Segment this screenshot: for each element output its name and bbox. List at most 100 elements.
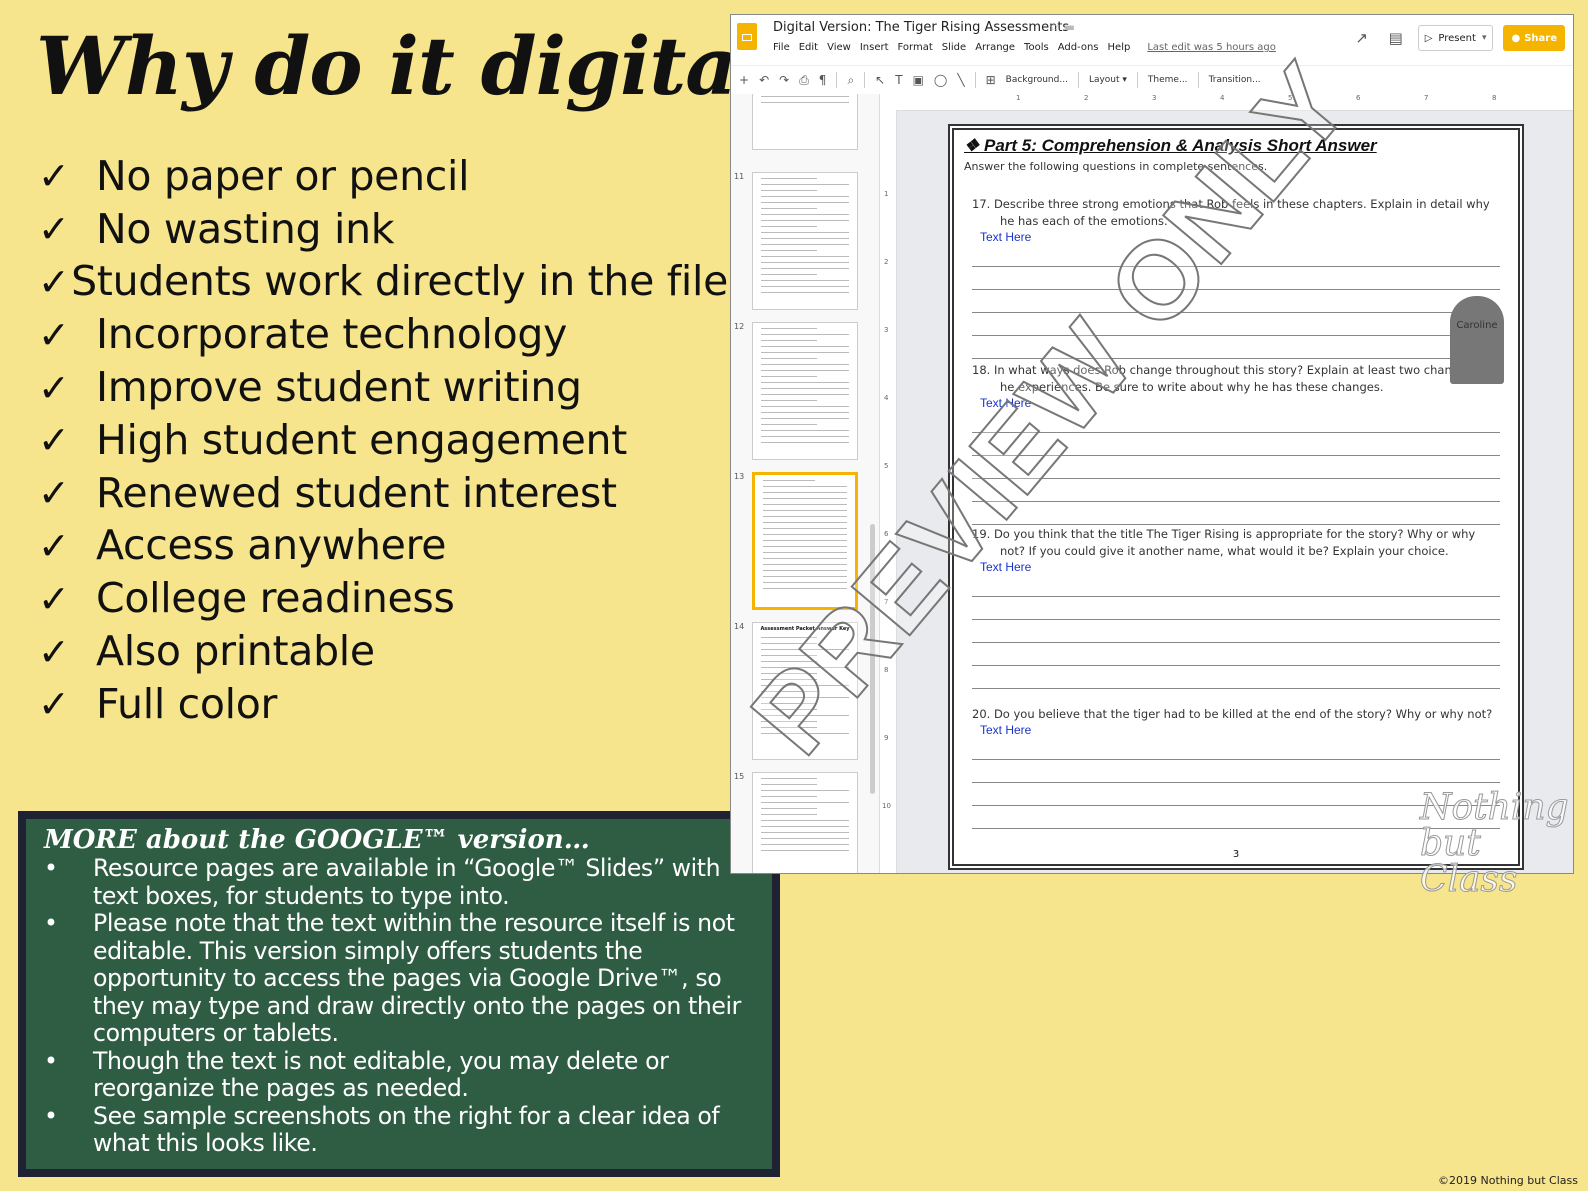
ruler-label: 1 bbox=[1016, 94, 1021, 102]
menu-format[interactable]: Format bbox=[898, 42, 933, 53]
info-item-text: Please note that the text within the res… bbox=[93, 909, 741, 1047]
checkmark-icon: ✓ bbox=[38, 207, 70, 252]
menu-file[interactable]: File bbox=[773, 42, 790, 53]
question-prompt: Do you think that the title The Tiger Ri… bbox=[993, 527, 1476, 558]
checklist-item: ✓ No paper or pencil bbox=[38, 150, 728, 203]
play-icon: ▷ bbox=[1424, 32, 1433, 44]
title-actions: ☆ ▬ bbox=[1049, 20, 1075, 34]
undo-icon[interactable]: ↶ bbox=[759, 73, 769, 87]
question-prompt: Do you believe that the tiger had to be … bbox=[993, 707, 1493, 721]
info-item-text: Though the text is not editable, you may… bbox=[93, 1046, 669, 1102]
share-button[interactable]: ● Share bbox=[1503, 25, 1565, 51]
slide-number: 11 bbox=[734, 172, 745, 181]
checklist-label: No wasting ink bbox=[96, 204, 395, 253]
vertical-ruler: 1 2 3 4 5 6 7 8 9 10 bbox=[880, 110, 897, 873]
star-icon[interactable]: ☆ bbox=[1049, 20, 1060, 34]
checklist-item: ✓ Students work directly in the file bbox=[38, 256, 728, 309]
menu-insert[interactable]: Insert bbox=[860, 42, 889, 53]
info-item-text: Resource pages are available in “Google™… bbox=[93, 854, 721, 910]
ruler-label: 10 bbox=[882, 802, 891, 810]
comment-add-icon[interactable]: ⊞ bbox=[986, 73, 996, 87]
checklist-label: Also printable bbox=[96, 627, 375, 676]
checklist-item: ✓ Full color bbox=[38, 678, 728, 731]
diamond-bullet-icon: ❖ bbox=[964, 136, 980, 155]
info-list-item: • Please note that the text within the re… bbox=[44, 909, 758, 1048]
slide-thumbnail[interactable] bbox=[752, 172, 858, 310]
info-list: • Resource pages are available in “Google… bbox=[44, 854, 758, 1158]
checklist-label: Improve student writing bbox=[96, 363, 582, 412]
zoom-icon[interactable]: ⌕ bbox=[847, 73, 854, 88]
bullet-icon: • bbox=[44, 1101, 58, 1130]
menu-edit[interactable]: Edit bbox=[799, 42, 818, 53]
chevron-down-icon[interactable]: ▾ bbox=[1482, 33, 1487, 43]
copyright-notice: ©2019 Nothing but Class bbox=[1438, 1174, 1578, 1187]
slide-number: 14 bbox=[734, 622, 745, 631]
comments-icon[interactable]: ▤ bbox=[1384, 29, 1408, 47]
menu-view[interactable]: View bbox=[827, 42, 851, 53]
info-panel-title: MORE about the GOOGLE™ version… bbox=[44, 825, 590, 855]
checklist-label: Full color bbox=[96, 679, 278, 728]
slide-thumbnail[interactable] bbox=[752, 94, 858, 150]
checklist-label: Renewed student interest bbox=[96, 468, 617, 517]
ruler-label: 9 bbox=[884, 734, 889, 742]
print-icon[interactable]: ⎙ bbox=[799, 73, 809, 88]
menu-addons[interactable]: Add-ons bbox=[1058, 42, 1099, 53]
headline: Why do it digital? bbox=[36, 19, 812, 113]
question-block: 19. Do you think that the title The Tige… bbox=[972, 526, 1500, 689]
info-panel-body: MORE about the GOOGLE™ version… • Resourc… bbox=[26, 819, 772, 1169]
toolbar-divider bbox=[1197, 72, 1199, 88]
info-list-item: • Though the text is not editable, you ma… bbox=[44, 1046, 758, 1103]
answer-lines bbox=[972, 596, 1500, 689]
present-button[interactable]: ▷ Present ▾ bbox=[1417, 25, 1494, 51]
answer-text-box[interactable]: Text Here bbox=[980, 560, 1500, 574]
menu-arrange[interactable]: Arrange bbox=[975, 42, 1015, 53]
editing-toolbar: + ↶ ↷ ⎙ ¶ ⌕ ↖ T ▣ ◯ ╲ ⊞ Background... La… bbox=[731, 65, 1573, 95]
info-list-item: • See sample screenshots on the right for… bbox=[44, 1101, 758, 1158]
background-button[interactable]: Background... bbox=[1006, 75, 1068, 85]
present-label: Present bbox=[1438, 32, 1476, 44]
select-cursor-icon[interactable]: ↖ bbox=[875, 73, 885, 87]
checkmark-icon: ✓ bbox=[38, 682, 70, 727]
ruler-label: 4 bbox=[884, 394, 889, 402]
menu-slide[interactable]: Slide bbox=[942, 42, 966, 53]
question-number: 18. bbox=[972, 363, 991, 377]
checkmark-icon: ✓ bbox=[38, 471, 70, 516]
slide-thumbnail[interactable] bbox=[752, 322, 858, 460]
checklist-item: ✓ Incorporate technology bbox=[38, 308, 728, 361]
paint-format-icon[interactable]: ¶ bbox=[819, 73, 827, 87]
theme-button[interactable]: Theme... bbox=[1148, 75, 1188, 85]
checkmark-icon: ✓ bbox=[38, 418, 70, 463]
folder-icon[interactable]: ▬ bbox=[1064, 20, 1075, 34]
redo-icon[interactable]: ↷ bbox=[779, 73, 789, 87]
ruler-label: 3 bbox=[884, 326, 889, 334]
checkmark-icon: ✓ bbox=[38, 259, 70, 304]
ruler-label: 2 bbox=[1084, 94, 1089, 102]
slide-number: 13 bbox=[734, 472, 745, 481]
menu-help[interactable]: Help bbox=[1108, 42, 1131, 53]
layout-button[interactable]: Layout ▾ bbox=[1089, 75, 1127, 85]
new-slide-icon[interactable]: + bbox=[739, 73, 749, 87]
checklist-item: ✓ High student engagement bbox=[38, 414, 728, 467]
ruler-label: 3 bbox=[1152, 94, 1157, 102]
ruler-label: 8 bbox=[1492, 94, 1497, 102]
menu-tools[interactable]: Tools bbox=[1024, 42, 1049, 53]
text-box-icon[interactable]: T bbox=[895, 73, 902, 87]
checklist-label: Access anywhere bbox=[96, 521, 447, 570]
document-title[interactable]: Digital Version: The Tiger Rising Assess… bbox=[773, 20, 1069, 35]
ruler-label: 2 bbox=[884, 258, 889, 266]
slides-logo-icon[interactable] bbox=[737, 23, 757, 50]
image-icon[interactable]: ▣ bbox=[913, 73, 924, 87]
checkmark-icon: ✓ bbox=[38, 576, 70, 621]
checkmark-icon: ✓ bbox=[38, 523, 70, 568]
ruler-label: 1 bbox=[884, 190, 889, 198]
checkmark-icon: ✓ bbox=[38, 154, 70, 199]
ruler-label: 5 bbox=[884, 462, 889, 470]
checklist-label: Incorporate technology bbox=[96, 310, 568, 359]
menu-bar: File Edit View Insert Format Slide Arran… bbox=[773, 42, 1276, 53]
answer-text-box[interactable]: Text Here bbox=[980, 723, 1500, 737]
info-list-item: • Resource pages are available in “Google… bbox=[44, 854, 758, 910]
bullet-icon: • bbox=[44, 909, 58, 937]
line-icon[interactable]: ╲ bbox=[957, 73, 964, 87]
shape-icon[interactable]: ◯ bbox=[934, 73, 947, 87]
last-edit-link[interactable]: Last edit was 5 hours ago bbox=[1147, 42, 1276, 53]
